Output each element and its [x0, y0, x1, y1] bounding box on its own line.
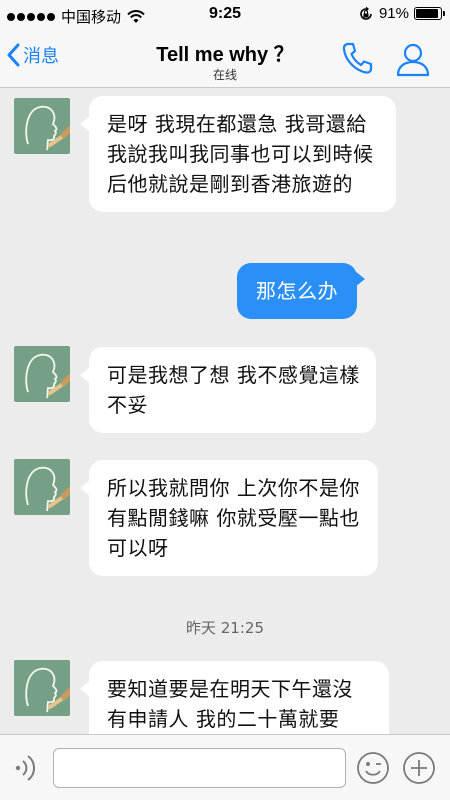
phone-icon[interactable] — [341, 41, 373, 75]
message-list[interactable]: 是呀 我現在都還急 我哥還給我說我叫我同事也可以到時候后他就說是剛到香港旅遊的 … — [0, 89, 450, 734]
conversation-title: Tell me why ？ — [156, 44, 294, 66]
outgoing-message[interactable]: 那怎么办 — [237, 263, 365, 319]
battery-icon — [414, 7, 445, 20]
message-input[interactable] — [53, 748, 346, 788]
avatar-head-sketch-icon — [25, 353, 70, 399]
avatar-head-sketch-icon — [25, 667, 70, 713]
nav-bar: 消息 Tell me why ？ 在线 — [0, 30, 450, 88]
message-timestamp: 昨天 21:25 — [186, 619, 264, 637]
plus-icon[interactable] — [402, 751, 436, 785]
contact-avatar[interactable] — [14, 98, 70, 154]
incoming-message[interactable]: 所以我就問你 上次你不是你有點閒錢嘛 你就受壓一點也可以呀 — [80, 460, 378, 576]
person-icon[interactable] — [395, 41, 431, 77]
contact-avatar[interactable] — [14, 660, 70, 716]
status-right: 91% — [358, 5, 445, 22]
voice-icon[interactable] — [14, 753, 40, 783]
avatar-head-sketch-icon — [25, 466, 70, 512]
contact-avatar[interactable] — [14, 459, 70, 515]
contact-avatar[interactable] — [14, 346, 70, 402]
online-status: 在线 — [212, 68, 237, 82]
input-bar — [0, 734, 450, 800]
battery-fill — [416, 9, 438, 18]
message-text: 可是我想了想 我不感覺這樣不妥 — [107, 363, 360, 417]
status-bar: 中国移动 9:25 91% — [0, 0, 450, 30]
battery-percent: 91% — [378, 5, 409, 22]
emoji-icon[interactable] — [356, 751, 390, 785]
incoming-message[interactable]: 可是我想了想 我不感覺這樣不妥 — [80, 347, 376, 433]
message-text: 所以我就問你 上次你不是你有點閒錢嘛 你就受壓一點也可以呀 — [107, 476, 360, 560]
incoming-message[interactable]: 是呀 我現在都還急 我哥還給我說我叫我同事也可以到時候后他就說是剛到香港旅遊的 — [80, 96, 396, 212]
message-text: 那怎么办 — [256, 279, 338, 303]
incoming-message[interactable]: 要知道要是在明天下午還沒有申請人 我的二十萬就要 — [80, 661, 389, 734]
message-text: 要知道要是在明天下午還沒有申請人 我的二十萬就要 — [107, 677, 353, 731]
message-text: 是呀 我現在都還急 我哥還給我說我叫我同事也可以到時候后他就說是剛到香港旅遊的 — [107, 112, 374, 196]
rotation-lock-icon — [360, 6, 372, 20]
avatar-head-sketch-icon — [25, 105, 70, 151]
